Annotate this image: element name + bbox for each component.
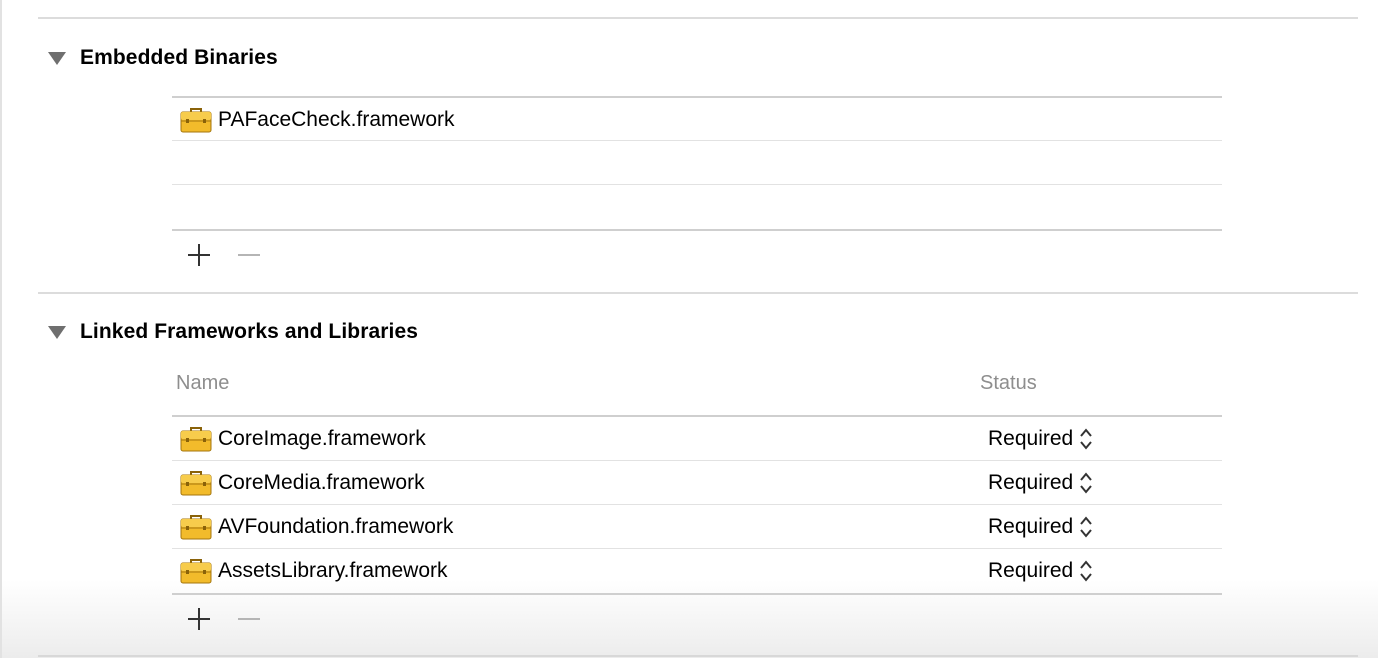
table-row[interactable]: CoreMedia.framework Required bbox=[172, 461, 1222, 504]
toolbox-icon bbox=[180, 427, 212, 452]
framework-name: PAFaceCheck.framework bbox=[218, 108, 455, 131]
minus-icon bbox=[238, 618, 260, 620]
section-divider bbox=[38, 292, 1358, 294]
add-embedded-binary-button[interactable] bbox=[185, 241, 213, 269]
table-row[interactable]: CoreImage.framework Required bbox=[172, 417, 1222, 460]
up-down-chevron-icon bbox=[1080, 428, 1093, 450]
toolbox-icon bbox=[180, 559, 212, 584]
section-title: Linked Frameworks and Libraries bbox=[80, 320, 419, 343]
table-row[interactable]: AssetsLibrary.framework Required bbox=[172, 549, 1222, 592]
section-divider-top bbox=[38, 17, 1358, 19]
embedded-binaries-table: PAFaceCheck.framework bbox=[172, 96, 1222, 236]
table-row[interactable]: AVFoundation.framework Required bbox=[172, 505, 1222, 548]
embedded-binaries-header: Embedded Binaries bbox=[48, 43, 278, 73]
empty-row bbox=[172, 185, 1222, 228]
disclosure-triangle-icon[interactable] bbox=[48, 51, 66, 65]
status-popup[interactable]: Required bbox=[988, 471, 1093, 495]
remove-embedded-binary-button[interactable] bbox=[235, 241, 263, 269]
linked-frameworks-header: Linked Frameworks and Libraries bbox=[48, 317, 418, 347]
table-border-bottom bbox=[172, 593, 1222, 595]
toolbox-icon bbox=[180, 108, 212, 133]
status-value: Required bbox=[988, 471, 1074, 494]
status-value: Required bbox=[988, 515, 1074, 538]
status-popup[interactable]: Required bbox=[988, 427, 1093, 451]
linked-frameworks-table: CoreImage.framework Required CoreMedia.f… bbox=[172, 415, 1222, 597]
section-title: Embedded Binaries bbox=[80, 46, 278, 69]
left-border bbox=[0, 0, 2, 658]
column-header-name[interactable]: Name bbox=[176, 372, 229, 395]
disclosure-triangle-icon[interactable] bbox=[48, 325, 66, 339]
section-divider-bottom bbox=[38, 655, 1358, 657]
minus-icon bbox=[238, 254, 260, 256]
up-down-chevron-icon bbox=[1080, 560, 1093, 582]
status-popup[interactable]: Required bbox=[988, 559, 1093, 583]
status-popup[interactable]: Required bbox=[988, 515, 1093, 539]
toolbox-icon bbox=[180, 515, 212, 540]
add-framework-button[interactable] bbox=[185, 605, 213, 633]
framework-name: CoreMedia.framework bbox=[218, 471, 425, 494]
empty-row bbox=[172, 141, 1222, 184]
column-header-status[interactable]: Status bbox=[980, 372, 1037, 395]
plus-icon bbox=[188, 244, 210, 266]
table-border-bottom bbox=[172, 229, 1222, 231]
status-value: Required bbox=[988, 559, 1074, 582]
plus-icon bbox=[188, 608, 210, 630]
remove-framework-button[interactable] bbox=[235, 605, 263, 633]
up-down-chevron-icon bbox=[1080, 472, 1093, 494]
framework-name: AssetsLibrary.framework bbox=[218, 559, 448, 582]
framework-name: AVFoundation.framework bbox=[218, 515, 454, 538]
table-row[interactable]: PAFaceCheck.framework bbox=[172, 98, 1222, 141]
framework-name: CoreImage.framework bbox=[218, 427, 426, 450]
up-down-chevron-icon bbox=[1080, 516, 1093, 538]
status-value: Required bbox=[988, 427, 1074, 450]
toolbox-icon bbox=[180, 471, 212, 496]
